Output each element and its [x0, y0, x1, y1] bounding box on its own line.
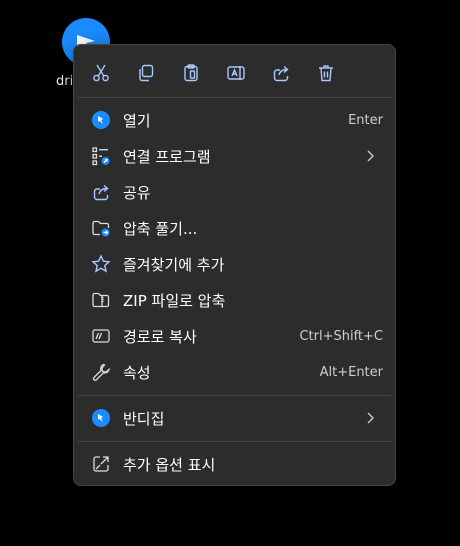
menu-item-label: 반디집 — [123, 409, 165, 428]
extract-folder-icon — [91, 218, 111, 238]
desktop-file-label: dri — [56, 74, 74, 89]
menu-item-label: 연결 프로그램 — [123, 147, 211, 166]
bandizip-icon — [91, 110, 111, 130]
copy-path-icon — [91, 326, 111, 346]
menu-item-label: 압축 풀기... — [123, 219, 198, 238]
menu-item-bandizip[interactable]: 반디집 — [80, 401, 389, 435]
chevron-right-icon — [363, 410, 377, 430]
zip-folder-icon — [91, 290, 111, 310]
shortcut-label: Alt+Enter — [319, 364, 383, 380]
menu-item-label: 속성 — [123, 363, 151, 382]
copy-icon[interactable] — [130, 57, 162, 89]
menu-item-label: 경로로 복사 — [123, 327, 197, 346]
share-icon[interactable] — [265, 57, 297, 89]
menu-separator — [78, 395, 391, 396]
menu-item-properties[interactable]: 속성 Alt+Enter — [80, 355, 389, 389]
wrench-icon — [91, 362, 111, 382]
menu-item-label: 즐겨찾기에 추가 — [123, 255, 225, 274]
share-icon — [91, 182, 111, 202]
rename-icon[interactable] — [220, 57, 252, 89]
menu-item-show-more-options[interactable]: 추가 옵션 표시 — [80, 447, 389, 481]
menu-item-share[interactable]: 공유 — [80, 175, 389, 209]
menu-item-label: 열기 — [123, 111, 151, 130]
star-icon — [91, 254, 111, 274]
chevron-right-icon — [363, 148, 377, 168]
menu-item-open[interactable]: 열기 Enter — [80, 103, 389, 137]
menu-item-open-with[interactable]: 연결 프로그램 — [80, 139, 389, 173]
menu-separator — [78, 441, 391, 442]
menu-separator — [78, 97, 391, 98]
delete-icon[interactable] — [310, 57, 342, 89]
menu-item-label: 추가 옵션 표시 — [123, 455, 216, 474]
shortcut-label: Ctrl+Shift+C — [299, 328, 383, 344]
menu-item-extract[interactable]: 압축 풀기... — [80, 211, 389, 245]
open-with-icon — [91, 146, 111, 166]
bandizip-icon — [91, 408, 111, 428]
paste-icon[interactable] — [175, 57, 207, 89]
menu-item-label: ZIP 파일로 압축 — [123, 291, 226, 310]
menu-item-compress-zip[interactable]: ZIP 파일로 압축 — [80, 283, 389, 317]
context-toolbar — [74, 57, 395, 89]
shortcut-label: Enter — [348, 112, 383, 128]
cut-icon[interactable] — [85, 57, 117, 89]
menu-item-add-favorite[interactable]: 즐겨찾기에 추가 — [80, 247, 389, 281]
external-link-icon — [91, 454, 111, 474]
context-menu: 열기 Enter 연결 프로그램 공유 압축 풀기... 즐겨찾기에 추가 ZI… — [73, 44, 396, 486]
menu-item-label: 공유 — [123, 183, 151, 202]
menu-item-copy-path[interactable]: 경로로 복사 Ctrl+Shift+C — [80, 319, 389, 353]
